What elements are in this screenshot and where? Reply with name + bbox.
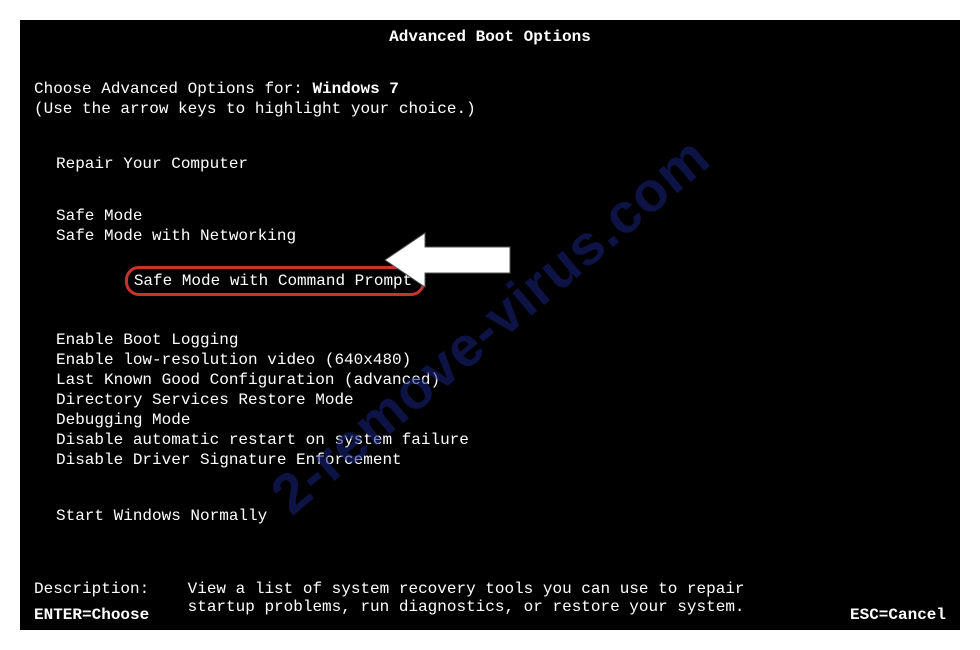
option-enable-boot-logging[interactable]: Enable Boot Logging: [34, 330, 960, 350]
group-safe-mode: Safe Mode Safe Mode with Networking Safe…: [34, 206, 960, 316]
content-area: Choose Advanced Options for: Windows 7 (…: [20, 80, 960, 526]
option-directory-services-restore[interactable]: Directory Services Restore Mode: [34, 390, 960, 410]
boot-options-screen: Advanced Boot Options Choose Advanced Op…: [20, 20, 960, 630]
group-advanced: Enable Boot Logging Enable low-resolutio…: [34, 330, 960, 470]
option-last-known-good[interactable]: Last Known Good Configuration (advanced): [34, 370, 960, 390]
option-start-windows-normally[interactable]: Start Windows Normally: [34, 506, 960, 526]
intro-line: Choose Advanced Options for: Windows 7: [34, 80, 960, 98]
arrow-keys-hint: (Use the arrow keys to highlight your ch…: [34, 100, 960, 118]
group-repair: Repair Your Computer: [34, 154, 960, 174]
option-safe-mode-networking[interactable]: Safe Mode with Networking: [34, 226, 960, 246]
option-repair-your-computer[interactable]: Repair Your Computer: [34, 154, 960, 174]
option-safe-mode[interactable]: Safe Mode: [34, 206, 960, 226]
option-safe-mode-command-prompt[interactable]: Safe Mode with Command Prompt: [34, 246, 960, 316]
page-title: Advanced Boot Options: [20, 20, 960, 54]
option-disable-auto-restart[interactable]: Disable automatic restart on system fail…: [34, 430, 960, 450]
option-disable-driver-signature[interactable]: Disable Driver Signature Enforcement: [34, 450, 960, 470]
option-low-resolution-video[interactable]: Enable low-resolution video (640x480): [34, 350, 960, 370]
option-debugging-mode[interactable]: Debugging Mode: [34, 410, 960, 430]
highlighted-option: Safe Mode with Command Prompt: [125, 266, 425, 296]
footer-bar: ENTER=Choose ESC=Cancel: [34, 606, 946, 624]
os-name: Windows 7: [312, 80, 398, 98]
footer-esc: ESC=Cancel: [850, 606, 946, 624]
group-normal: Start Windows Normally: [34, 506, 960, 526]
footer-enter: ENTER=Choose: [34, 606, 149, 624]
intro-prefix: Choose Advanced Options for:: [34, 80, 312, 98]
